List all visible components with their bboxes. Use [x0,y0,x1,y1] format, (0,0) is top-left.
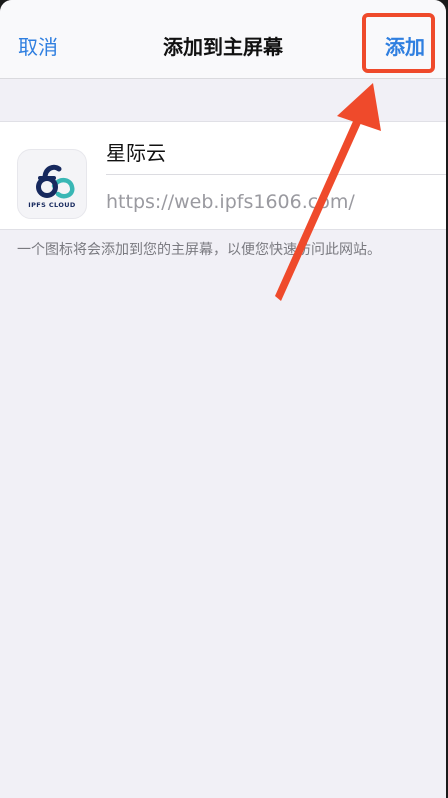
add-to-home-screen-sheet: 取消 添加到主屏幕 添加 IPFS CLOUD 星际云 https://web.… [0,0,446,798]
field-divider [106,174,446,175]
shortcut-url: https://web.ipfs1606.com/ [106,191,355,213]
logo-brand-text: IPFS CLOUD [28,201,76,209]
page-title: 添加到主屏幕 [163,35,283,59]
description-text: 一个图标将会添加到您的主屏幕，以便您快速访问此网站。 [17,242,381,258]
navigation-bar: 取消 添加到主屏幕 添加 [0,0,446,79]
shortcut-card: IPFS CLOUD 星际云 https://web.ipfs1606.com/ [0,121,446,230]
ipfs-cloud-logo-icon: IPFS CLOUD [17,149,87,219]
shortcut-name-field[interactable]: 星际云 [106,137,166,166]
add-button[interactable]: 添加 [385,31,425,60]
